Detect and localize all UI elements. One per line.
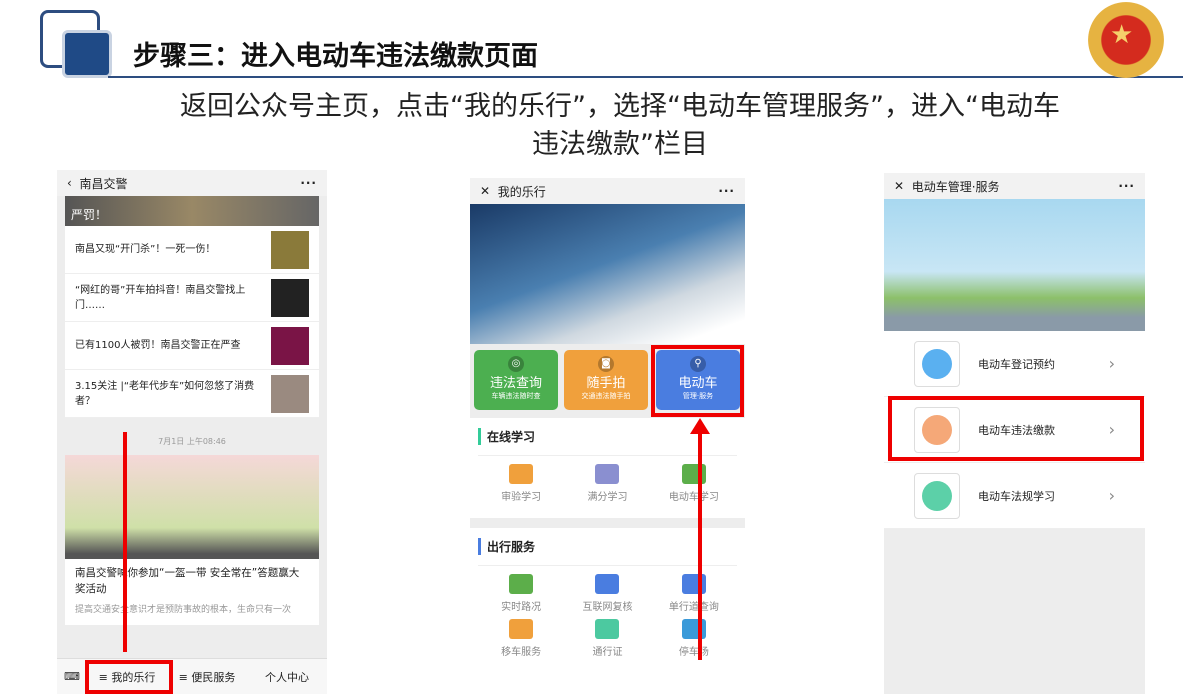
more-icon[interactable]: ···	[300, 176, 317, 190]
arrow-up	[698, 428, 702, 660]
chevron-right-icon: ›	[1108, 354, 1115, 373]
article-title: 南昌交警喊你参加“一盔一带 安全常在”答题赢大奖活动	[75, 567, 300, 595]
article-image	[65, 455, 319, 559]
title-divider	[108, 76, 1183, 78]
slide-subtitle: 返回公众号主页，点击“我的乐行”，选择“电动车管理服务”，进入“电动车 违法缴款”…	[100, 88, 1140, 164]
book-icon	[922, 480, 952, 511]
service-item[interactable]: 实时路况	[478, 574, 564, 613]
news-title: 已有1100人被罚！南昌交警正在严查	[75, 340, 241, 351]
section-travel-service: 出行服务 实时路况 互联网复核 单行道查询 移车服务 通行证 停车场	[470, 528, 745, 680]
news-title: “网红的哥”开车拍抖音！南昌交警找上门……	[75, 284, 246, 311]
tile-title: 随手拍	[586, 376, 626, 391]
map-icon	[509, 574, 534, 594]
news-title: 3.15关注 |“老年代步车”如何忽悠了消费者？	[75, 380, 255, 407]
doc-check-icon	[509, 464, 534, 484]
service-item[interactable]: 移车服务	[478, 619, 564, 658]
item-label: 电动车法规学习	[978, 489, 1055, 503]
news-item[interactable]: “网红的哥”开车拍抖音！南昌交警找上门……	[65, 274, 319, 322]
menu-services[interactable]: ≡ 便民服务	[167, 669, 247, 685]
page-title: 电动车管理·服务	[911, 179, 1000, 194]
item-label: 电动车学习	[668, 492, 719, 503]
study-item[interactable]: 满分学习	[564, 464, 650, 503]
edit-icon	[681, 464, 706, 484]
more-icon[interactable]: ···	[1118, 179, 1135, 193]
highlight-box	[85, 660, 173, 694]
more-icon[interactable]: ···	[718, 184, 735, 198]
news-thumb	[271, 230, 309, 269]
tile-sub: 车辆违法随时查	[491, 392, 541, 400]
item-label: 审验学习	[501, 492, 542, 503]
logo-square	[62, 30, 112, 78]
tile-snapshot[interactable]: ◙ 随手拍 交通违法随手拍	[564, 350, 648, 410]
chevron-right-icon: ›	[1108, 486, 1115, 505]
tile-sub: 交通违法随手拍	[581, 392, 631, 400]
uturn-icon	[681, 574, 706, 594]
menu-personal[interactable]: 个人中心	[247, 669, 327, 685]
news-thumb	[271, 326, 309, 365]
account-title: 南昌交警	[79, 176, 128, 191]
back-icon[interactable]: ‹	[67, 176, 79, 190]
car-move-icon	[509, 619, 534, 639]
news-list: 南昌又现“开门杀”！一死一伤！ “网红的哥”开车拍抖音！南昌交警找上门…… 已有…	[65, 226, 319, 418]
service-item[interactable]: 互联网复核	[564, 574, 650, 613]
item-label: 满分学习	[587, 492, 628, 503]
calendar-icon	[595, 464, 620, 484]
pass-card-icon	[595, 619, 620, 639]
highlight-box	[888, 396, 1144, 461]
tile-title: 违法查询	[489, 376, 542, 391]
top-bar: ✕ 电动车管理·服务 ···	[884, 173, 1145, 199]
menu-item-regulation-study[interactable]: 电动车法规学习 ›	[884, 463, 1145, 529]
register-icon	[922, 348, 952, 379]
tile-violation-query[interactable]: ◎ 违法查询 车辆违法随时查	[474, 350, 558, 410]
article-desc: 提高交通安全意识才是预防事故的根本，生命只有一次	[75, 605, 292, 615]
item-label: 移车服务	[501, 647, 542, 658]
close-icon[interactable]: ✕	[480, 184, 490, 198]
item-label: 通行证	[592, 647, 623, 658]
top-bar: ✕ 我的乐行 ···	[470, 178, 745, 204]
service-item[interactable]: 停车场	[651, 619, 737, 658]
news-thumb	[271, 374, 309, 413]
item-label: 停车场	[678, 647, 709, 658]
study-item[interactable]: 审验学习	[478, 464, 564, 503]
study-item[interactable]: 电动车学习	[651, 464, 737, 503]
highlight-box	[651, 345, 744, 417]
item-label: 互联网复核	[582, 602, 633, 613]
phone-official-account: ‹ 南昌交警 ··· 严罚！ 南昌又现“开门杀”！一死一伤！ “网红的哥”开车拍抖…	[57, 170, 327, 694]
news-title: 南昌又现“开门杀”！一死一伤！	[75, 244, 216, 255]
news-item[interactable]: 已有1100人被罚！南昌交警正在严查	[65, 322, 319, 370]
camera-icon: ◙	[598, 356, 614, 372]
service-item[interactable]: 通行证	[564, 619, 650, 658]
keyboard-icon[interactable]: ⌨	[57, 670, 87, 683]
slide-title: 步骤三：进入电动车违法缴款页面	[133, 41, 538, 72]
page-title: 我的乐行	[497, 184, 546, 199]
banner-image	[884, 199, 1145, 331]
police-emblem: ★	[1088, 2, 1164, 78]
top-bar: ‹ 南昌交警 ···	[57, 170, 327, 196]
arrow-down	[123, 432, 127, 652]
parking-icon	[681, 619, 706, 639]
close-icon[interactable]: ✕	[894, 179, 904, 193]
banner-image[interactable]: 严罚！	[65, 196, 319, 226]
banner-text: 严罚！	[71, 208, 108, 222]
menu-item-register[interactable]: 电动车登记预约 ›	[884, 331, 1145, 397]
search-icon: ◎	[508, 356, 524, 372]
item-label: 电动车登记预约	[978, 357, 1055, 371]
subtitle-line: 违法缴款”栏目	[532, 129, 708, 160]
news-thumb	[271, 278, 309, 317]
banner-image	[470, 204, 745, 344]
article-card[interactable]: 南昌交警喊你参加“一盔一带 安全常在”答题赢大奖活动 提高交通安全意识才是预防事…	[65, 455, 319, 625]
service-item[interactable]: 单行道查询	[651, 574, 737, 613]
arrow-head	[690, 418, 710, 434]
news-item[interactable]: 南昌又现“开门杀”！一死一伤！	[65, 226, 319, 274]
item-label: 单行道查询	[668, 602, 719, 613]
subtitle-line: 返回公众号主页，点击“我的乐行”，选择“电动车管理服务”，进入“电动车	[180, 91, 1060, 122]
car-icon	[595, 574, 620, 594]
news-item[interactable]: 3.15关注 |“老年代步车”如何忽悠了消费者？	[65, 370, 319, 418]
message-timestamp: 7月1日 上午08:46	[158, 437, 226, 446]
item-label: 实时路况	[501, 602, 542, 613]
